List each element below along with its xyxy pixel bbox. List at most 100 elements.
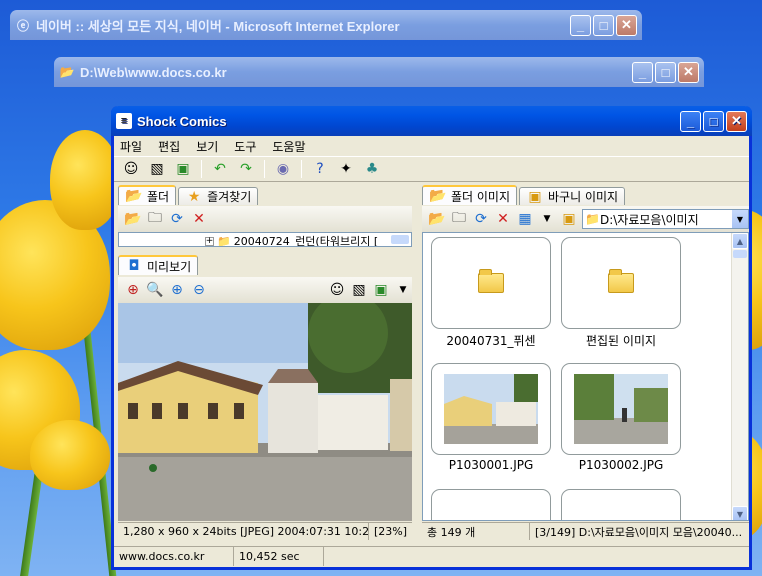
folder-icon: 📂 bbox=[429, 188, 447, 204]
status-empty bbox=[324, 547, 749, 566]
tree-icon[interactable]: ♣ bbox=[361, 158, 383, 180]
path-combobox[interactable]: 📁 D:\자료모음\이미지 ▼ bbox=[582, 209, 749, 229]
zoom-in-icon[interactable]: ⊕ bbox=[168, 282, 186, 298]
photo-thumbnail bbox=[574, 374, 668, 444]
right-tabs: 📂 폴더 이미지 ▣ 바구니 이미지 bbox=[422, 185, 626, 205]
menu-view[interactable]: 보기 bbox=[196, 138, 218, 155]
refresh-icon[interactable]: ⟳ bbox=[168, 211, 186, 227]
scroll-down-button[interactable]: ▼ bbox=[732, 506, 748, 520]
preview-statusbar: 1,280 x 960 x 24bits [JPEG] 2004:07:31 1… bbox=[118, 522, 412, 540]
left-tabs: 📂 폴더 ★ 즐겨찾기 bbox=[118, 185, 259, 205]
main-window-title: Shock Comics bbox=[137, 113, 227, 129]
horizontal-scrollbar[interactable] bbox=[391, 235, 409, 244]
thumbnail-item[interactable] bbox=[431, 237, 551, 329]
basket-icon: ▣ bbox=[528, 188, 542, 205]
menu-file[interactable]: 파일 bbox=[120, 138, 142, 155]
smiley-icon[interactable]: ☺ bbox=[120, 158, 142, 180]
refresh-icon[interactable]: ⟳ bbox=[472, 211, 490, 227]
folder-toolbar: 📂 🗀 ⟳ ✕ bbox=[118, 206, 412, 232]
thumbnail-view[interactable]: 20040731_퓌센 편집된 이미지 P1030001.JPG P103000… bbox=[422, 232, 749, 521]
dropdown-icon[interactable]: ▼ bbox=[394, 285, 412, 295]
image-icon[interactable]: ▧ bbox=[146, 158, 168, 180]
smiley-icon[interactable]: ☺ bbox=[328, 282, 346, 298]
minimize-button[interactable]: _ bbox=[680, 110, 701, 132]
fit-icon[interactable]: ⊕ bbox=[124, 282, 142, 298]
folder-tree[interactable]: + 📁 20040724_런던(타워브리지 [ bbox=[118, 232, 412, 247]
frame-icon[interactable]: ▣ bbox=[372, 282, 390, 298]
tab-basket-images[interactable]: ▣ 바구니 이미지 bbox=[519, 187, 626, 205]
folder-icon: 📁 bbox=[585, 212, 600, 226]
close-button[interactable]: ✕ bbox=[678, 61, 699, 83]
chevron-down-icon[interactable]: ▼ bbox=[732, 210, 748, 228]
thumbnail-item[interactable] bbox=[561, 237, 681, 329]
folder-up-icon[interactable]: 📂 bbox=[124, 211, 142, 227]
tab-preview[interactable]: ◘ 미리보기 bbox=[118, 255, 199, 275]
preview-tabs: ◘ 미리보기 bbox=[118, 255, 199, 275]
minimize-button[interactable]: _ bbox=[632, 61, 653, 83]
tab-basket-images-label: 바구니 이미지 bbox=[548, 190, 619, 204]
dropdown-icon[interactable]: ▼ bbox=[538, 214, 556, 224]
frame-icon[interactable]: ▣ bbox=[172, 158, 194, 180]
close-button[interactable]: ✕ bbox=[726, 110, 747, 132]
basket-icon[interactable]: ▣ bbox=[560, 211, 578, 227]
folder-up-icon[interactable]: 📂 bbox=[428, 211, 446, 227]
thumbnail-item[interactable] bbox=[431, 363, 551, 455]
app-icon: ≡ bbox=[116, 113, 132, 129]
tree-item[interactable]: + 📁 20040724_런던(타워브리지 [ bbox=[205, 233, 379, 247]
current-file-path: [3/149] D:\자료모음\이미지 모음\20040... bbox=[535, 525, 743, 539]
new-folder-icon[interactable]: 🗀 bbox=[450, 207, 468, 231]
new-folder-icon[interactable]: 🗀 bbox=[146, 207, 164, 231]
menu-bar: 파일 편집 보기 도구 도움말 bbox=[114, 136, 749, 156]
item-count: 총 149 개 bbox=[422, 523, 530, 540]
help-icon[interactable]: ? bbox=[309, 158, 331, 180]
thumbnail-caption: 20040731_퓌센 bbox=[446, 334, 536, 348]
image-icon[interactable]: ▧ bbox=[350, 282, 368, 298]
delete-icon[interactable]: ✕ bbox=[190, 211, 208, 227]
tab-folder-label: 폴더 bbox=[147, 189, 170, 204]
menu-help[interactable]: 도움말 bbox=[272, 138, 305, 155]
bird-icon[interactable]: ✦ bbox=[335, 158, 357, 180]
tab-folder-images[interactable]: 📂 폴더 이미지 bbox=[422, 185, 518, 205]
disc-icon[interactable]: ◉ bbox=[272, 158, 294, 180]
tab-favorites[interactable]: ★ 즐겨찾기 bbox=[178, 187, 259, 205]
toolbar-separator bbox=[264, 160, 265, 178]
menu-edit[interactable]: 편집 bbox=[158, 138, 180, 155]
zoom-out-icon[interactable]: ⊖ bbox=[190, 282, 208, 298]
forward-arrow-icon[interactable]: ↷ bbox=[235, 158, 257, 180]
scroll-thumb[interactable] bbox=[733, 250, 747, 258]
main-window-titlebar[interactable]: ≡ Shock Comics _ □ ✕ bbox=[111, 106, 752, 136]
toolbar-separator bbox=[201, 160, 202, 178]
thumbnail-caption: 편집된 이미지 bbox=[585, 334, 657, 348]
minimize-button[interactable]: _ bbox=[570, 14, 591, 36]
folder-icon bbox=[608, 269, 634, 293]
zoom-icon[interactable]: 🔍 bbox=[146, 282, 164, 298]
thumbnail-caption: P1030001.JPG bbox=[448, 458, 534, 472]
delete-icon[interactable]: ✕ bbox=[494, 211, 512, 227]
close-button[interactable]: ✕ bbox=[616, 14, 637, 36]
ie-icon: ⓔ bbox=[16, 18, 29, 33]
ie-window-titlebar[interactable]: ⓔ 네이버 :: 세상의 모든 지식, 네이버 - Microsoft Inte… bbox=[10, 10, 642, 40]
thumbnail-item[interactable] bbox=[561, 489, 681, 520]
folder-icon: 📂 bbox=[59, 65, 75, 79]
expand-icon[interactable]: + bbox=[205, 236, 214, 246]
tab-folder[interactable]: 📂 폴더 bbox=[118, 185, 177, 205]
maximize-button[interactable]: □ bbox=[655, 61, 676, 83]
maximize-button[interactable]: □ bbox=[593, 14, 614, 36]
image-info: 1,280 x 960 x 24bits [JPEG] 2004:07:31 1… bbox=[118, 523, 369, 540]
explorer-window-titlebar[interactable]: 📂 D:\Web\www.docs.co.kr _ □ ✕ bbox=[54, 57, 704, 87]
menu-tools[interactable]: 도구 bbox=[234, 138, 256, 155]
maximize-button[interactable]: □ bbox=[703, 110, 724, 132]
preview-toolbar: ⊕ 🔍 ⊕ ⊖ ☺ ▧ ▣ ▼ bbox=[118, 277, 412, 303]
image-toolbar: 📂 🗀 ⟳ ✕ ▦ ▼ ▣ 📁 D:\자료모음\이미지 ▼ bbox=[422, 206, 749, 232]
scroll-up-button[interactable]: ▲ bbox=[732, 233, 748, 249]
tree-item-label: 20040724_런던(타워브리지 [ bbox=[233, 235, 379, 247]
preview-image bbox=[118, 303, 412, 521]
tab-preview-label: 미리보기 bbox=[147, 259, 192, 274]
vertical-scrollbar[interactable]: ▲ ▼ bbox=[731, 233, 748, 520]
browser-statusbar: 총 149 개 [3/149] D:\자료모음\이미지 모음\20040... bbox=[422, 522, 749, 540]
thumbnail-item[interactable] bbox=[431, 489, 551, 520]
back-arrow-icon[interactable]: ↶ bbox=[209, 158, 231, 180]
view-mode-icon[interactable]: ▦ bbox=[516, 211, 534, 227]
thumbnail-item[interactable] bbox=[561, 363, 681, 455]
elapsed-time: 10,452 sec bbox=[234, 547, 324, 566]
